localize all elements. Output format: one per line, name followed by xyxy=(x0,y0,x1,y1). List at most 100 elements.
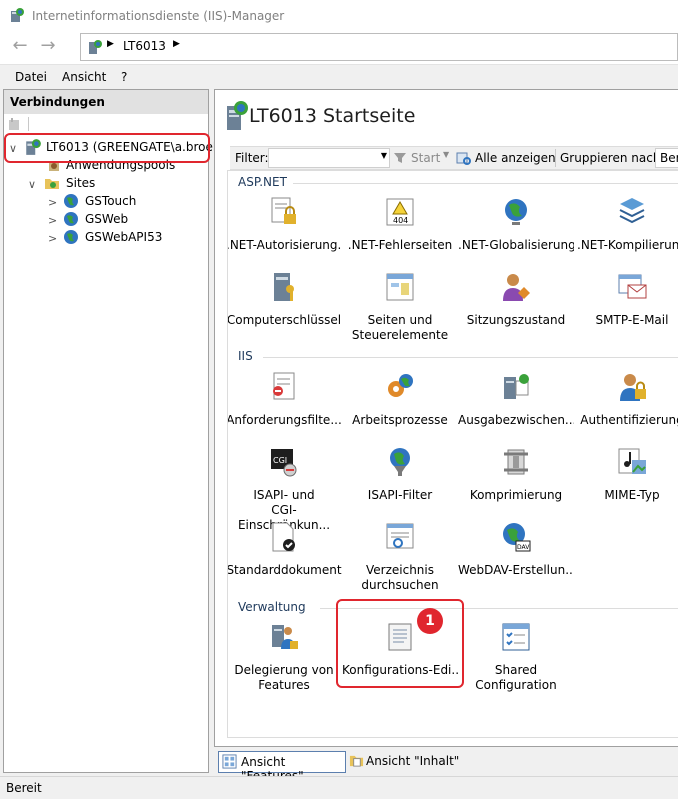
filter-bar: Filter: ▼ Start ▼ Alle anzeigen Gruppier… xyxy=(230,146,678,170)
features-pane: LT6013 Startseite Filter: ▼ Start ▼ Alle… xyxy=(214,89,678,747)
feature-label: WebDAV-Erstellun... xyxy=(458,563,574,577)
tree-site-item[interactable]: GSWeb xyxy=(85,212,128,226)
group-by-select[interactable]: Ber xyxy=(655,148,678,168)
shared-config-icon xyxy=(502,623,530,651)
machine-key-icon xyxy=(274,273,294,301)
chevron-right-icon[interactable]: ▶ xyxy=(173,39,180,49)
feature-tile[interactable]: DAV WebDAV-Erstellun... xyxy=(458,521,574,578)
forward-button[interactable]: → xyxy=(36,35,60,59)
server-large-icon xyxy=(227,101,248,130)
feature-tile[interactable]: Anforderungsfilte... xyxy=(228,371,342,428)
feature-label: Ausgabezwischen... xyxy=(458,413,574,427)
back-button[interactable]: ← xyxy=(8,35,32,59)
collapse-icon[interactable]: ∨ xyxy=(28,178,36,191)
tab-features-view[interactable]: Ansicht "Features" xyxy=(218,751,346,783)
feature-label: Komprimierung xyxy=(469,488,563,502)
isapi-filter-icon xyxy=(390,448,410,476)
feature-tile[interactable]: Komprimierung xyxy=(458,446,574,503)
window-title: Internetinformationsdienste (IIS)-Manage… xyxy=(32,9,285,23)
sites-folder-icon xyxy=(45,179,59,189)
feature-label: Shared Configuration xyxy=(475,663,557,692)
tab-label: Ansicht "Inhalt" xyxy=(366,754,460,768)
error-pages-icon: 404 xyxy=(386,198,414,226)
feature-label: .NET-Fehlerseiten xyxy=(347,238,453,252)
compilation-icon xyxy=(619,198,645,224)
dropdown-arrow-icon[interactable]: ▼ xyxy=(381,151,387,160)
globe-icon xyxy=(505,199,527,225)
feature-label: .NET-Kompilierung xyxy=(577,238,678,252)
feature-tile[interactable]: Verzeichnis durchsuchen xyxy=(342,521,458,593)
feature-tile[interactable]: Seiten und Steuerelemente xyxy=(342,271,458,343)
feature-tile[interactable]: ISAPI-Filter xyxy=(342,446,458,503)
expand-icon[interactable]: > xyxy=(48,232,57,245)
feature-tile[interactable]: 404 .NET-Fehlerseiten xyxy=(342,196,458,253)
mime-type-icon xyxy=(618,448,646,474)
expand-icon[interactable]: > xyxy=(48,196,57,209)
feature-tile[interactable]: .NET-Globalisierung xyxy=(458,196,574,253)
menu-help[interactable]: ? xyxy=(121,70,127,84)
filter-label: Filter: xyxy=(235,151,269,165)
start-dropdown-icon[interactable]: ▼ xyxy=(443,150,449,159)
feature-tile[interactable]: Sitzungszustand xyxy=(458,271,574,328)
feature-tile[interactable]: .NET-Kompilierung xyxy=(574,196,678,253)
feature-tile[interactable]: Ausgabezwischen... xyxy=(458,371,574,428)
iis-manager-icon xyxy=(11,8,24,22)
feature-label: Sitzungszustand xyxy=(466,313,566,327)
feature-tile[interactable]: Delegierung von Features xyxy=(228,621,342,693)
filter-input[interactable]: ▼ xyxy=(268,148,390,168)
authentication-icon xyxy=(620,374,646,401)
connections-header: Verbindungen xyxy=(4,90,208,114)
address-bar[interactable]: ▶ LT6013 ▶ xyxy=(80,33,678,61)
annotation-badge: 1 xyxy=(417,608,443,634)
feature-label: Authentifizierung xyxy=(580,413,678,427)
feature-tile[interactable]: SMTP-E-Mail xyxy=(574,271,678,328)
feature-label: Standarddokument xyxy=(227,563,342,577)
group-by-value: Ber xyxy=(660,151,678,165)
features-view: ASP.NET .NET-Autorisierung... 404 .NET-F… xyxy=(227,170,678,738)
feature-tile[interactable]: .NET-Autorisierung... xyxy=(227,196,342,253)
menu-datei[interactable]: Datei xyxy=(15,70,47,84)
globe-icon xyxy=(64,230,78,244)
feature-label: ISAPI-Filter xyxy=(367,488,433,502)
breadcrumb-server[interactable]: LT6013 xyxy=(123,39,166,53)
start-button[interactable]: Start xyxy=(411,151,440,165)
menu-ansicht[interactable]: Ansicht xyxy=(62,70,106,84)
toolbar-separator xyxy=(28,117,29,131)
delegation-icon xyxy=(272,625,298,649)
feature-tile[interactable]: MIME-Typ xyxy=(574,446,678,503)
feature-tile[interactable]: CGI ISAPI- und CGI-Einschränkun... xyxy=(228,446,342,533)
group-divider xyxy=(263,357,678,358)
tree-site-item[interactable]: GSWebAPI53 xyxy=(85,230,162,244)
svg-text:DAV: DAV xyxy=(517,544,530,551)
group-header-management: Verwaltung xyxy=(238,600,306,614)
feature-label: .NET-Autorisierung... xyxy=(227,238,342,252)
tree-sites[interactable]: Sites xyxy=(66,176,95,190)
default-document-icon xyxy=(272,522,295,552)
request-filter-icon xyxy=(273,372,295,400)
feature-tile[interactable]: Standarddokument xyxy=(227,521,342,578)
expand-icon[interactable]: > xyxy=(48,214,57,227)
output-cache-icon xyxy=(504,374,529,399)
feature-tile[interactable]: Computerschlüssel xyxy=(227,271,342,328)
pages-controls-icon xyxy=(386,273,414,301)
show-all-button[interactable]: Alle anzeigen xyxy=(475,151,556,165)
smtp-mail-icon xyxy=(618,274,647,299)
connections-toolbar xyxy=(4,114,208,134)
feature-tile[interactable]: Shared Configuration xyxy=(458,621,574,693)
cgi-icon: CGI xyxy=(271,449,297,477)
feature-label: Computerschlüssel xyxy=(227,313,342,327)
feature-tile[interactable]: Authentifizierung xyxy=(574,371,678,428)
chevron-right-icon: ▶ xyxy=(107,39,114,49)
tree-site-item[interactable]: GSTouch xyxy=(85,194,136,208)
group-divider xyxy=(293,183,678,184)
feature-label: Arbeitsprozesse xyxy=(352,413,448,427)
globe-icon xyxy=(64,194,78,208)
connections-pane: Verbindungen ∨ LT6013 (GREENGATE\a.broeh… xyxy=(3,89,229,773)
svg-text:CGI: CGI xyxy=(273,456,287,465)
directory-browsing-icon xyxy=(386,523,414,549)
feature-tile[interactable]: Arbeitsprozesse xyxy=(342,371,458,428)
title-bar: Internetinformationsdienste (IIS)-Manage… xyxy=(0,0,678,30)
connect-icon[interactable] xyxy=(7,116,23,132)
tab-content-view[interactable]: Ansicht "Inhalt" xyxy=(346,751,466,771)
status-bar: Bereit xyxy=(0,776,678,799)
